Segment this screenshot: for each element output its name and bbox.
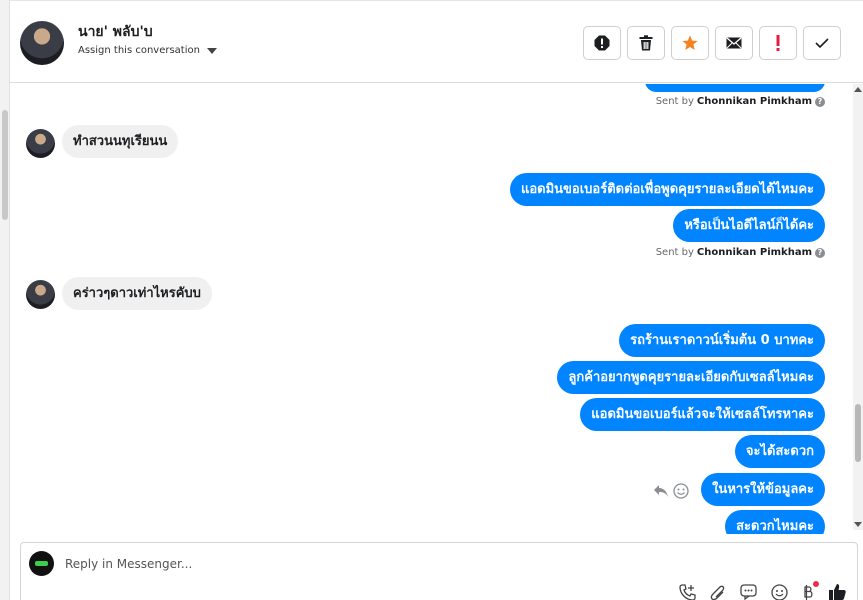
message-actions — [653, 483, 689, 499]
message-bubble-outgoing[interactable]: หรือเป็นไอดีไลน์ก็ได้คะ — [673, 209, 825, 242]
help-icon[interactable]: ? — [815, 247, 825, 258]
react-emoji-icon[interactable] — [673, 483, 689, 499]
thread-scrollbar-thumb[interactable] — [855, 404, 861, 462]
mark-done-button[interactable] — [803, 26, 841, 60]
conversation-header: นาย' พลับ'บ Assign this conversation — [10, 0, 863, 83]
mark-unread-button[interactable] — [715, 26, 753, 60]
help-icon[interactable]: ? — [815, 96, 825, 107]
notification-dot — [813, 580, 819, 587]
spam-icon — [594, 35, 610, 51]
envelope-icon — [726, 37, 742, 49]
sent-by-label: Sent by Chonnikan Pimkham ? — [656, 247, 825, 258]
message-bubble-outgoing[interactable]: สะดวกไหมคะ — [725, 510, 825, 534]
trash-icon — [639, 35, 653, 51]
contact-avatar[interactable] — [20, 21, 64, 65]
message-bubble-outgoing[interactable]: ในหารให้ข้อมูลคะ — [701, 473, 825, 506]
star-icon — [682, 35, 698, 50]
left-scrollbar[interactable] — [0, 0, 10, 600]
emoji-icon[interactable] — [771, 583, 788, 600]
thread-scrollbar[interactable] — [853, 84, 863, 530]
delete-button[interactable] — [627, 26, 665, 60]
message-bubble-outgoing[interactable]: รถร้านเราดาวน์เริ่มต้น 0 บาทคะ — [619, 324, 825, 357]
page-avatar — [29, 551, 54, 576]
message-bubble-outgoing[interactable]: แอดมินขอเบอร์ติดต่อเพื่อพูดคุยรายละเอียด… — [509, 173, 825, 206]
call-add-icon[interactable] — [679, 583, 696, 600]
message-thread[interactable]: Sent by Chonnikan Pimkham ? ทำสวนนทุเรีย… — [10, 84, 853, 534]
saved-reply-icon[interactable] — [740, 584, 757, 600]
follow-up-button[interactable] — [759, 26, 797, 60]
composer-toolbar — [679, 580, 847, 600]
sent-by-prefix: Sent by — [655, 247, 694, 258]
message-bubble-incoming[interactable]: ทำสวนนทุเรียนน — [62, 125, 179, 158]
payment-icon[interactable] — [802, 580, 819, 600]
reply-composer — [20, 542, 858, 600]
agent-name: Chonnikan Pimkham — [696, 247, 812, 258]
message-bubble-incoming[interactable]: คร่าวๆดาวเท่าไหรคับบ — [62, 277, 212, 310]
sent-by-prefix: Sent by — [655, 96, 694, 107]
sent-by-label: Sent by Chonnikan Pimkham ? — [656, 96, 825, 107]
contact-avatar-small — [26, 129, 55, 158]
like-icon[interactable] — [828, 583, 847, 600]
scroll-down-arrow-icon[interactable] — [854, 522, 862, 527]
message-bubble-outgoing[interactable]: ลูกค้าอยากพูดคุยรายละเอียดกับเซลล์ไหมคะ — [557, 361, 825, 394]
reply-input[interactable] — [65, 553, 665, 575]
check-icon — [815, 38, 829, 49]
scroll-up-arrow-icon[interactable] — [854, 87, 862, 92]
exclamation-icon — [776, 35, 780, 51]
reply-icon[interactable] — [653, 484, 669, 498]
message-bubble-outgoing[interactable]: แอดมินขอเบอร์แล้วจะให้เซลล์โทรหาคะ — [580, 398, 825, 431]
conversation-toolbar — [583, 26, 841, 60]
contact-name[interactable]: นาย' พลับ'บ — [78, 21, 153, 43]
star-button[interactable] — [671, 26, 709, 60]
assign-conversation-label: Assign this conversation — [78, 45, 200, 56]
caret-down-icon — [206, 47, 217, 54]
assign-conversation-dropdown[interactable]: Assign this conversation — [78, 45, 217, 56]
messenger-inbox: นาย' พลับ'บ Assign this conversation Sen… — [0, 0, 863, 600]
mark-spam-button[interactable] — [583, 26, 621, 60]
attachment-icon[interactable] — [710, 584, 726, 600]
message-bubble-outgoing[interactable]: จะได้สะดวก — [734, 435, 825, 468]
contact-avatar-small — [26, 280, 55, 309]
left-scrollbar-thumb[interactable] — [2, 110, 8, 220]
agent-name: Chonnikan Pimkham — [696, 96, 812, 107]
message-bubble-clipped[interactable] — [645, 84, 825, 92]
